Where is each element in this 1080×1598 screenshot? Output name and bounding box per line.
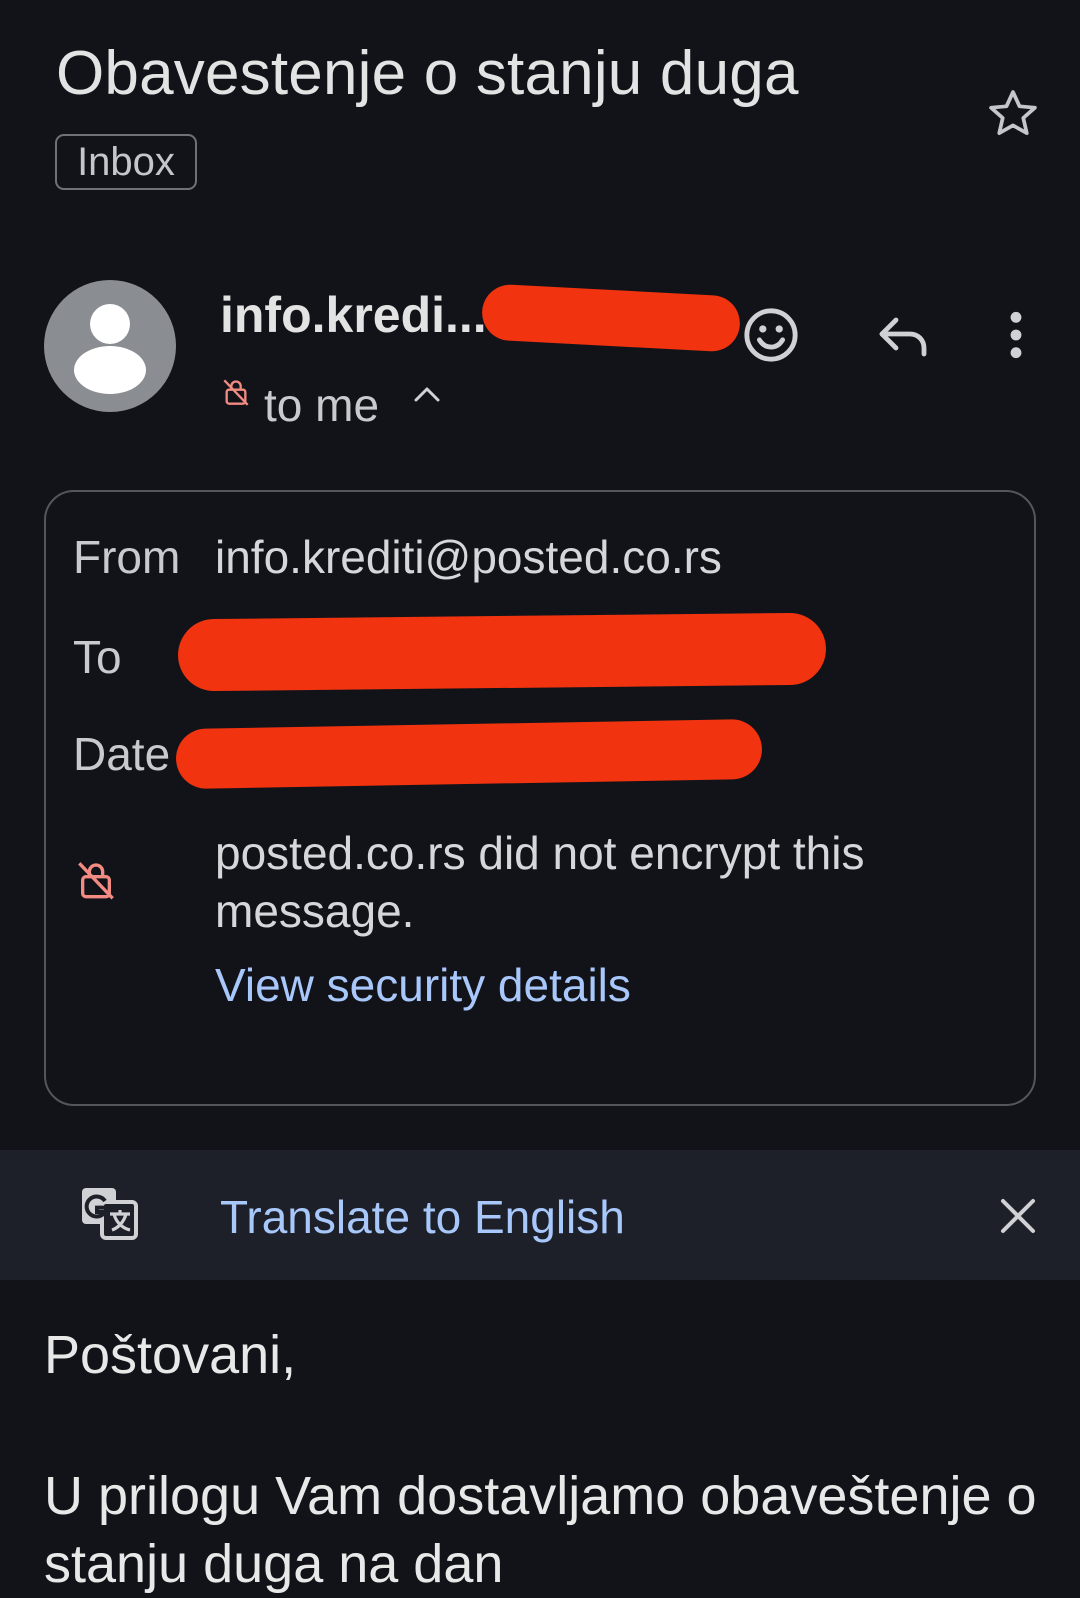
email-subject: Obavestenje o stanju duga bbox=[56, 39, 799, 108]
smiley-icon[interactable] bbox=[742, 306, 800, 364]
redaction-to bbox=[177, 612, 827, 692]
reply-icon[interactable] bbox=[876, 312, 932, 360]
from-label: From bbox=[73, 531, 181, 583]
close-icon[interactable] bbox=[998, 1196, 1038, 1236]
translate-icon[interactable] bbox=[80, 1186, 140, 1242]
chevron-up-icon[interactable] bbox=[412, 384, 442, 404]
encryption-notice: posted.co.rs did not encrypt this messag… bbox=[215, 827, 865, 937]
email-view: Obavestenje o stanju duga Inbox info.kre… bbox=[0, 0, 1080, 1598]
more-vert-icon[interactable] bbox=[1006, 310, 1026, 360]
lock-off-icon bbox=[78, 862, 114, 900]
body-greeting: Poštovani, bbox=[44, 1325, 297, 1385]
lock-off-icon bbox=[223, 379, 249, 406]
translate-to-english-link[interactable]: Translate to English bbox=[220, 1190, 625, 1244]
sender-name[interactable]: info.kredi... bbox=[220, 286, 487, 344]
inbox-label-chip[interactable]: Inbox bbox=[55, 134, 197, 190]
date-label: Date bbox=[73, 728, 171, 780]
redaction-sender bbox=[480, 283, 742, 353]
view-security-details-link[interactable]: View security details bbox=[215, 958, 631, 1012]
to-label: To bbox=[73, 631, 122, 683]
redaction-date bbox=[175, 718, 763, 790]
star-icon[interactable] bbox=[985, 86, 1041, 142]
translate-bar: Translate to English bbox=[0, 1150, 1080, 1280]
body-paragraph: U prilogu Vam dostavljamo obaveštenje o … bbox=[44, 1466, 1037, 1594]
from-value[interactable]: info.krediti@posted.co.rs bbox=[215, 530, 722, 584]
inbox-label-text: Inbox bbox=[77, 139, 175, 184]
avatar[interactable] bbox=[44, 280, 176, 412]
person-icon bbox=[74, 304, 146, 394]
recipient-summary[interactable]: to me bbox=[264, 378, 379, 432]
